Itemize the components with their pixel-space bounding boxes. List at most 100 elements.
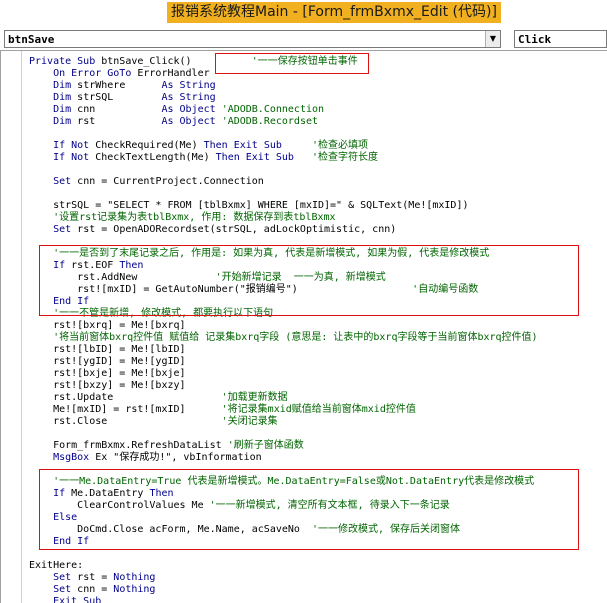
code-text: cnn = — [77, 584, 114, 595]
code-keyword: Else — [29, 512, 78, 523]
code-comment: '一一保存按钮单击事件 — [191, 56, 358, 67]
code-keyword: As Object — [161, 104, 222, 115]
code-line[interactable]: Else — [29, 512, 77, 524]
code-text: rst = OpenADORecordset(strSQL, adLockOpt… — [77, 224, 397, 235]
code-text: ExitHere: — [29, 560, 84, 571]
code-line[interactable]: '将当前窗体bxrq控件值 赋值给 记录集bxrq字段 (意思是: 让表中的bx… — [29, 332, 538, 344]
code-comment: '自动编号函数 — [412, 284, 479, 295]
code-keyword: MsgBox — [29, 452, 96, 463]
code-line[interactable]: '设置rst记录集为表tblBxmx, 作用: 数据保存到表tblBxmx — [29, 212, 336, 224]
code-line[interactable]: Dim cnn As Object 'ADODB.Connection — [29, 104, 324, 116]
code-line[interactable]: Dim strSQL As String — [29, 92, 216, 104]
object-dropdown[interactable]: btnSave ▼ — [4, 30, 501, 48]
code-comment: '一一Me.DataEntry=True 代表是新增模式。Me.DataEntr… — [29, 476, 535, 487]
code-line[interactable]: rst.AddNew '开始新增记录 一一为真, 新增模式 — [29, 272, 386, 284]
code-comment: '一一不管是新增, 修改模式, 都要执行以下语句 — [29, 308, 274, 319]
code-line[interactable]: End If — [29, 296, 89, 308]
code-text: cnn = CurrentProject.Connection — [77, 176, 264, 187]
code-line[interactable]: rst![mxID] = GetAutoNumber("报销编号") '自动编号… — [29, 284, 478, 296]
code-line[interactable]: Exit Sub — [29, 596, 101, 603]
code-line[interactable]: rst.Close '关闭记录集 — [29, 416, 278, 428]
code-keyword: On Error GoTo — [29, 68, 138, 79]
code-comment: '检查字符长度 — [293, 152, 379, 163]
code-line[interactable]: ExitHere: — [29, 560, 83, 572]
code-text: CheckRequired(Me) — [95, 140, 204, 151]
code-keyword: Dim — [29, 116, 78, 127]
code-keyword: Nothing — [113, 584, 156, 595]
code-line[interactable]: rst![lbID] = Me![lbID] — [29, 344, 185, 356]
code-line[interactable]: Me![mxID] = rst![mxID] '将记录集mxid赋值给当前窗体m… — [29, 404, 416, 416]
code-text: CheckTextLength(Me) — [95, 152, 216, 163]
code-line[interactable]: '一一是否到了末尾记录之后, 作用是: 如果为真, 代表是新增模式, 如果为假,… — [29, 248, 489, 260]
code-line[interactable]: If Me.DataEntry Then — [29, 488, 174, 500]
code-text: btnSave_Click() — [101, 56, 192, 67]
object-dropdown-value: btnSave — [8, 33, 55, 46]
code-comment: 'ADODB.Recordset — [221, 116, 319, 127]
code-line[interactable]: '一一不管是新增, 修改模式, 都要执行以下语句 — [29, 308, 273, 320]
code-line[interactable]: DoCmd.Close acForm, Me.Name, acSaveNo '一… — [29, 524, 460, 536]
code-line[interactable]: If Not CheckTextLength(Me) Then Exit Sub… — [29, 152, 378, 164]
code-line[interactable]: On Error GoTo ErrorHandler — [29, 68, 210, 80]
code-comment: '刷新子窗体函数 — [227, 440, 304, 451]
code-keyword: Set — [29, 572, 78, 583]
code-text: rst![bxje] = Me![bxje] — [29, 368, 186, 379]
window-title: 报销系统教程Main - [Form_frmBxmx_Edit (代码)] — [167, 2, 501, 23]
code-keyword: Then Exit Sub — [203, 140, 282, 151]
code-text: ErrorHandler — [137, 68, 210, 79]
code-keyword: Dim — [29, 92, 78, 103]
code-line[interactable]: Form_frmBxmx.RefreshDataList '刷新子窗体函数 — [29, 440, 304, 452]
code-keyword: Set — [29, 176, 78, 187]
window-titlebar: 报销系统教程Main - [Form_frmBxmx_Edit (代码)] — [0, 0, 607, 28]
code-text: cnn — [77, 104, 162, 115]
code-keyword: End If — [29, 296, 90, 307]
code-line[interactable]: Set rst = OpenADORecordset(strSQL, adLoc… — [29, 224, 396, 236]
code-line[interactable]: Dim rst As Object 'ADODB.Recordset — [29, 116, 318, 128]
code-line[interactable]: rst![bxzy] = Me![bxzy] — [29, 380, 186, 392]
code-keyword: Then — [119, 260, 144, 271]
code-line[interactable]: Set cnn = CurrentProject.Connection — [29, 176, 264, 188]
code-comment: '设置rst记录集为表tblBxmx, 作用: 数据保存到表tblBxmx — [29, 212, 336, 223]
code-text: rst — [77, 116, 162, 127]
code-keyword: Dim — [29, 80, 78, 91]
code-comment: '将当前窗体bxrq控件值 赋值给 记录集bxrq字段 (意思是: 让表中的bx… — [29, 332, 538, 343]
code-text: Form_frmBxmx.RefreshDataList — [29, 440, 228, 451]
code-line[interactable]: rst![ygID] = Me![ygID] — [29, 356, 185, 368]
code-text: rst![bxzy] = Me![bxzy] — [29, 380, 186, 391]
code-keyword: Exit Sub — [29, 596, 102, 603]
code-text: rst.Update — [29, 392, 222, 403]
code-line[interactable]: rst![bxrq] = Me![bxrq] — [29, 320, 185, 332]
editor-margin[interactable] — [1, 51, 22, 603]
code-line[interactable]: rst.Update '加载更新数据 — [29, 392, 288, 404]
code-line[interactable]: rst![bxje] = Me![bxje] — [29, 368, 186, 380]
code-text: rst.AddNew — [29, 272, 216, 283]
code-comment: '一一是否到了末尾记录之后, 作用是: 如果为真, 代表是新增模式, 如果为假,… — [29, 248, 490, 259]
code-line[interactable]: Dim strWhere As String — [29, 80, 216, 92]
code-keyword: End If — [29, 536, 90, 547]
chevron-down-icon[interactable]: ▼ — [485, 31, 500, 47]
code-keyword: Then — [149, 488, 174, 499]
procedure-dropdown[interactable]: Click — [514, 30, 607, 48]
code-line[interactable]: Set cnn = Nothing — [29, 584, 155, 596]
code-text: rst.EOF — [71, 260, 120, 271]
code-line[interactable]: MsgBox Ex "保存成功!", vbInformation — [29, 452, 262, 464]
code-line[interactable]: Private Sub btnSave_Click() '一一保存按钮单击事件 — [29, 56, 358, 68]
code-line[interactable]: Set rst = Nothing — [29, 572, 155, 584]
code-keyword: If — [29, 488, 72, 499]
code-text: rst = — [77, 572, 114, 583]
code-keyword: If Not — [29, 140, 96, 151]
code-keyword: Set — [29, 584, 78, 595]
code-comment: '加载更新数据 — [221, 392, 288, 403]
code-line[interactable]: If rst.EOF Then — [29, 260, 143, 272]
code-editor[interactable]: Private Sub btnSave_Click() '一一保存按钮单击事件 … — [0, 50, 607, 603]
code-comment: '一一修改模式, 保存后关闭窗体 — [311, 524, 461, 535]
code-line[interactable]: End If — [29, 536, 89, 548]
code-text: Me![mxID] = rst![mxID] — [29, 404, 222, 415]
code-line[interactable]: If Not CheckRequired(Me) Then Exit Sub '… — [29, 140, 368, 152]
code-text: Me.DataEntry — [71, 488, 150, 499]
code-line[interactable]: ClearControlValues Me '一一新增模式, 清空所有文本框, … — [29, 500, 450, 512]
code-line[interactable]: '一一Me.DataEntry=True 代表是新增模式。Me.DataEntr… — [29, 476, 534, 488]
code-keyword: Dim — [29, 104, 78, 115]
code-line[interactable]: strSQL = "SELECT * FROM [tblBxmx] WHERE … — [29, 200, 469, 212]
code-text: strSQL = "SELECT * FROM [tblBxmx] WHERE … — [29, 200, 469, 211]
code-text: Ex "保存成功!", vbInformation — [95, 452, 262, 463]
